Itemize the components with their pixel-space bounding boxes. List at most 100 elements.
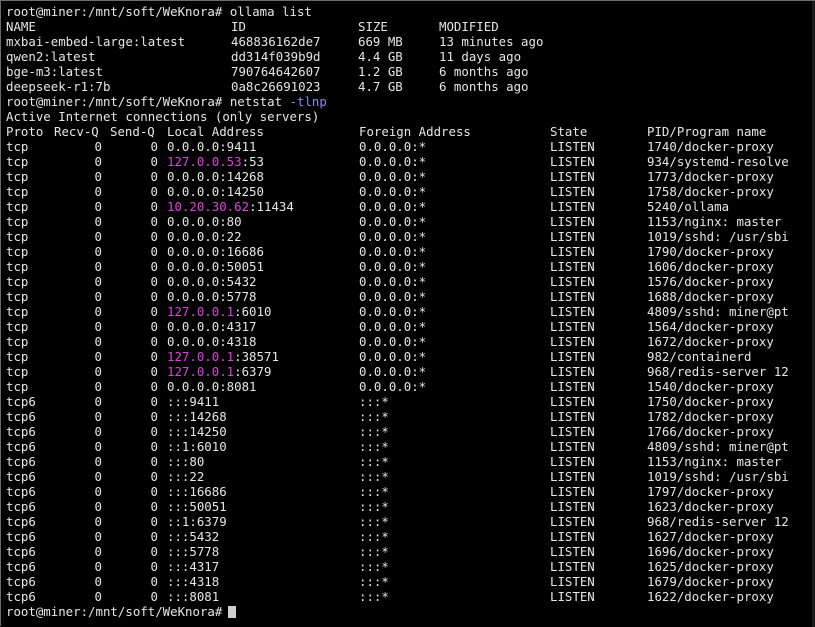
netstat-row: tcp 0 0 0.0.0.0:4318 0.0.0.0:* LISTEN 1672/doc… [6, 334, 815, 349]
state: LISTEN [550, 334, 595, 349]
proto: tcp [6, 364, 29, 379]
pid-program: 1622/docker-proxy [647, 589, 774, 604]
recv-q: 0 [94, 289, 102, 304]
netstat-row: tcp6 0 0:::5432:::* LISTEN 1627/docker-proxy [6, 529, 815, 544]
prompt-line: root@miner:/mnt/soft/WeKnora# ollama lis… [6, 4, 815, 19]
send-q: 0 [150, 574, 158, 589]
ollama-col-name: NAME [6, 19, 36, 34]
state: LISTEN [550, 484, 595, 499]
prompt: root@miner:/mnt/soft/WeKnora# [6, 604, 223, 619]
local-address: 127.0.0.53:53 [167, 154, 264, 169]
send-q: 0 [150, 454, 158, 469]
local-address: 0.0.0.0:14268 [167, 169, 264, 184]
netstat-row: tcp6 0 0:::9411:::* LISTEN 1750/docker-proxy [6, 394, 815, 409]
pid-program: 1019/sshd: /usr/sbi [647, 229, 789, 244]
pid-program: 1766/docker-proxy [647, 424, 774, 439]
recv-q: 0 [94, 244, 102, 259]
state: LISTEN [550, 139, 595, 154]
recv-q: 0 [94, 409, 102, 424]
recv-q: 0 [94, 469, 102, 484]
recv-q: 0 [94, 499, 102, 514]
foreign-address: 0.0.0.0:* [359, 334, 427, 349]
send-q: 0 [150, 349, 158, 364]
ollama-row: bge-m3:latest 790764642607 1.2 GB 6 months … [6, 64, 815, 79]
model-modified: 11 days ago [439, 49, 522, 64]
foreign-address: 0.0.0.0:* [359, 184, 427, 199]
recv-q: 0 [94, 349, 102, 364]
send-q: 0 [150, 214, 158, 229]
send-q: 0 [150, 154, 158, 169]
local-address: 0.0.0.0:4318 [167, 334, 257, 349]
foreign-address: 0.0.0.0:* [359, 199, 427, 214]
foreign-address: 0.0.0.0:* [359, 379, 427, 394]
proto: tcp [6, 169, 29, 184]
netstat-row: tcp6 0 0:::50051:::* LISTEN 1623/docker-prox… [6, 499, 815, 514]
netstat-row: tcp 0 0 127.0.0.1:6379 0.0.0.0:* LISTEN 968/re… [6, 364, 815, 379]
local-port: :::22 [167, 469, 205, 484]
netstat-row: tcp 0 0 127.0.0.1:38571 0.0.0.0:* LISTEN 982/c… [6, 349, 815, 364]
local-address: :::8081 [167, 589, 219, 604]
local-port: 0.0.0.0:5432 [167, 274, 257, 289]
model-modified: 6 months ago [439, 64, 529, 79]
local-address: 0.0.0.0:16686 [167, 244, 264, 259]
terminal-window[interactable]: root@miner:/mnt/soft/WeKnora# ollama lis… [0, 0, 815, 627]
local-port: :::80 [167, 454, 205, 469]
state: LISTEN [550, 469, 595, 484]
state: LISTEN [550, 214, 595, 229]
pid-program: 1688/docker-proxy [647, 289, 774, 304]
model-name: mxbai-embed-large:latest [6, 34, 186, 49]
send-q: 0 [150, 334, 158, 349]
netstat-row: tcp6 0 0:::80:::* LISTEN 1153/nginx: master [6, 454, 815, 469]
local-port: :::50051 [167, 499, 227, 514]
model-name: qwen2:latest [6, 49, 96, 64]
pid-program: 1627/docker-proxy [647, 529, 774, 544]
foreign-address: :::* [359, 424, 389, 439]
foreign-address: :::* [359, 469, 389, 484]
pid-program: 1773/docker-proxy [647, 169, 774, 184]
col-foreign-address: Foreign Address [359, 124, 471, 139]
pid-program: 1576/docker-proxy [647, 274, 774, 289]
prompt-line[interactable]: root@miner:/mnt/soft/WeKnora# [6, 604, 815, 619]
local-ip-highlight: 127.0.0.53 [167, 154, 242, 169]
proto: tcp6 [6, 589, 36, 604]
local-port: 0.0.0.0:14268 [167, 169, 264, 184]
local-address: :::50051 [167, 499, 227, 514]
state: LISTEN [550, 409, 595, 424]
proto: tcp6 [6, 394, 36, 409]
proto: tcp6 [6, 514, 36, 529]
ollama-header: NAME ID SIZE MODIFIED [6, 19, 815, 34]
recv-q: 0 [94, 334, 102, 349]
proto: tcp [6, 244, 29, 259]
local-port: :6379 [234, 364, 272, 379]
local-port: 0.0.0.0:9411 [167, 139, 257, 154]
local-address: :::14268 [167, 409, 227, 424]
proto: tcp6 [6, 484, 36, 499]
proto: tcp6 [6, 409, 36, 424]
pid-program: 968/redis-server 12 [647, 514, 789, 529]
local-port: :53 [241, 154, 264, 169]
netstat-row: tcp6 0 0:::22:::* LISTEN 1019/sshd: /usr/sbi [6, 469, 815, 484]
send-q: 0 [150, 529, 158, 544]
recv-q: 0 [94, 184, 102, 199]
proto: tcp [6, 214, 29, 229]
send-q: 0 [150, 289, 158, 304]
recv-q: 0 [94, 484, 102, 499]
netstat-header: Proto Recv-Q Send-Q Local Address Foreig… [6, 124, 815, 139]
netstat-row: tcp 0 0 10.20.30.62:11434 0.0.0.0:* LISTEN 524… [6, 199, 815, 214]
ollama-row: mxbai-embed-large:latest 468836162de7 669 … [6, 34, 815, 49]
send-q: 0 [150, 409, 158, 424]
state: LISTEN [550, 169, 595, 184]
netstat-row: tcp6 0 0:::14250:::* LISTEN 1766/docker-prox… [6, 424, 815, 439]
send-q: 0 [150, 394, 158, 409]
netstat-row: tcp 0 0 0.0.0.0:14268 0.0.0.0:* LISTEN 1773/do… [6, 169, 815, 184]
state: LISTEN [550, 529, 595, 544]
proto: tcp6 [6, 424, 36, 439]
recv-q: 0 [94, 274, 102, 289]
state: LISTEN [550, 544, 595, 559]
local-address: :::14250 [167, 424, 227, 439]
local-port: 0.0.0.0:16686 [167, 244, 264, 259]
recv-q: 0 [94, 199, 102, 214]
proto: tcp [6, 334, 29, 349]
send-q: 0 [150, 274, 158, 289]
local-address: 0.0.0.0:50051 [167, 259, 264, 274]
